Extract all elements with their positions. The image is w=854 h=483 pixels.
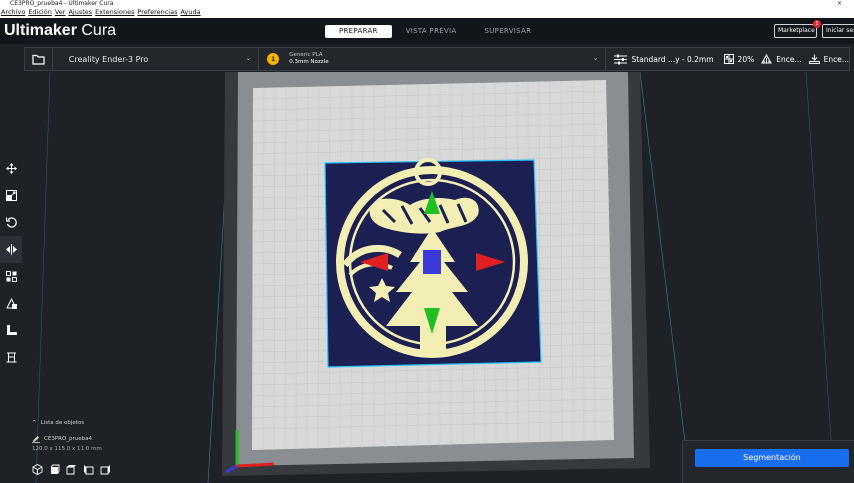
menu-archivo[interactable]: Archivo xyxy=(0,7,27,18)
tool-panel xyxy=(0,155,22,371)
infill-icon xyxy=(723,54,734,64)
profile-name: Standard ...y - 0.2mm xyxy=(631,54,714,64)
printer-name: Creality Ender-3 Pro xyxy=(68,54,149,64)
menu-edicion[interactable]: Edición xyxy=(27,7,54,18)
tab-preparar[interactable]: PREPARAR xyxy=(325,25,392,38)
tab-supervisar[interactable]: SUPERVISAR xyxy=(471,25,546,38)
main-toolbar: Creality Ender-3 Pro ⌄ 1 Generic PLA 0.3… xyxy=(24,47,850,71)
folder-icon xyxy=(32,54,45,65)
marketplace-button[interactable]: Marketplace xyxy=(774,24,817,38)
chevron-down-icon: ⌄ xyxy=(592,54,599,62)
per-model-settings-icon xyxy=(5,271,17,282)
adhesion-icon xyxy=(808,54,820,64)
view-orientation-bar xyxy=(32,464,111,475)
spool-icon: 1 xyxy=(267,53,280,65)
marketplace-badge: 1 xyxy=(813,20,821,28)
nozzle-name: 0.3mm Nozzle xyxy=(289,59,329,65)
view-right-icon[interactable] xyxy=(100,464,111,475)
view-3d-icon[interactable] xyxy=(32,464,43,475)
tool-scale[interactable] xyxy=(0,182,22,209)
brand-light: Cura xyxy=(81,22,117,39)
support-icon xyxy=(761,54,773,64)
view-top-icon[interactable] xyxy=(66,464,77,475)
window-close-button[interactable]: × xyxy=(837,0,842,7)
menu-bar: Archivo Edición Ver Ajustes Extensiones … xyxy=(0,7,854,18)
view-left-icon[interactable] xyxy=(83,464,94,475)
object-list-header: Lista de objetos xyxy=(40,419,85,426)
tool-support-blocker[interactable] xyxy=(0,290,22,317)
object-list-toggle[interactable]: ^ Lista de objetos xyxy=(32,418,102,427)
menu-ayuda[interactable]: Ayuda xyxy=(179,7,202,18)
lay-flat-icon xyxy=(6,325,17,335)
menu-extensiones[interactable]: Extensiones xyxy=(94,7,136,18)
menu-ajustes[interactable]: Ajustes xyxy=(67,7,94,18)
print-settings-selector[interactable]: Standard ...y - 0.2mm 20% Ence... Ence..… xyxy=(606,48,849,70)
open-file-button[interactable] xyxy=(25,48,53,70)
infill-value: 20% xyxy=(737,54,755,64)
printer-selector[interactable]: Creality Ender-3 Pro ⌄ xyxy=(53,48,260,70)
slice-button[interactable]: Segmentación xyxy=(695,449,849,467)
tool-lay-flat[interactable] xyxy=(0,317,22,344)
tool-custom-support[interactable] xyxy=(0,344,22,371)
chevron-down-icon: ⌄ xyxy=(835,54,841,62)
tool-per-model-settings[interactable] xyxy=(0,263,22,290)
object-list-item[interactable]: CE3PRO_prueba4 xyxy=(32,434,102,443)
menu-preferencias[interactable]: Preferencias xyxy=(136,7,179,18)
object-list: ^ Lista de objetos CE3PRO_prueba4 120.0 … xyxy=(32,418,102,452)
stage-tabs: PREPARAR VISTA PREVIA SUPERVISAR xyxy=(325,25,545,38)
tab-vista-previa[interactable]: VISTA PREVIA xyxy=(392,25,471,38)
scale-icon xyxy=(5,190,17,201)
rotate-icon xyxy=(5,217,17,228)
slice-panel: Segmentación xyxy=(682,440,854,483)
custom-support-icon xyxy=(6,352,16,363)
support-value: Ence... xyxy=(776,54,802,64)
tool-mirror[interactable] xyxy=(0,236,22,263)
move-icon xyxy=(5,163,17,174)
object-name: CE3PRO_prueba4 xyxy=(44,435,93,442)
login-button[interactable]: Iniciar sesión xyxy=(822,24,854,38)
app-logo: Ultimaker Cura xyxy=(4,22,116,40)
window-title: CE3PRO_prueba4 - Ultimaker Cura xyxy=(10,0,114,7)
pencil-icon xyxy=(32,435,40,443)
app-header: Ultimaker Cura PREPARAR VISTA PREVIA SUP… xyxy=(0,18,854,44)
chevron-up-icon: ^ xyxy=(32,419,37,426)
brand-bold: Ultimaker xyxy=(4,22,77,39)
object-dimensions: 120.0 x 115.0 x 11.0 mm xyxy=(32,446,102,452)
sliders-icon xyxy=(614,54,628,64)
model-ornament[interactable] xyxy=(324,158,542,368)
tool-move[interactable] xyxy=(0,155,22,182)
tool-rotate[interactable] xyxy=(0,209,22,236)
support-blocker-icon xyxy=(5,298,17,309)
material-name: Generic PLA xyxy=(289,52,323,58)
mirror-icon xyxy=(5,244,17,255)
view-front-icon[interactable] xyxy=(49,464,60,475)
window-titlebar: CE3PRO_prueba4 - Ultimaker Cura × xyxy=(0,0,854,7)
material-selector[interactable]: 1 Generic PLA 0.3mm Nozzle ⌄ xyxy=(259,48,607,70)
build-volume-viewport[interactable] xyxy=(0,72,854,483)
chevron-down-icon: ⌄ xyxy=(245,54,252,62)
menu-ver[interactable]: Ver xyxy=(54,7,68,18)
